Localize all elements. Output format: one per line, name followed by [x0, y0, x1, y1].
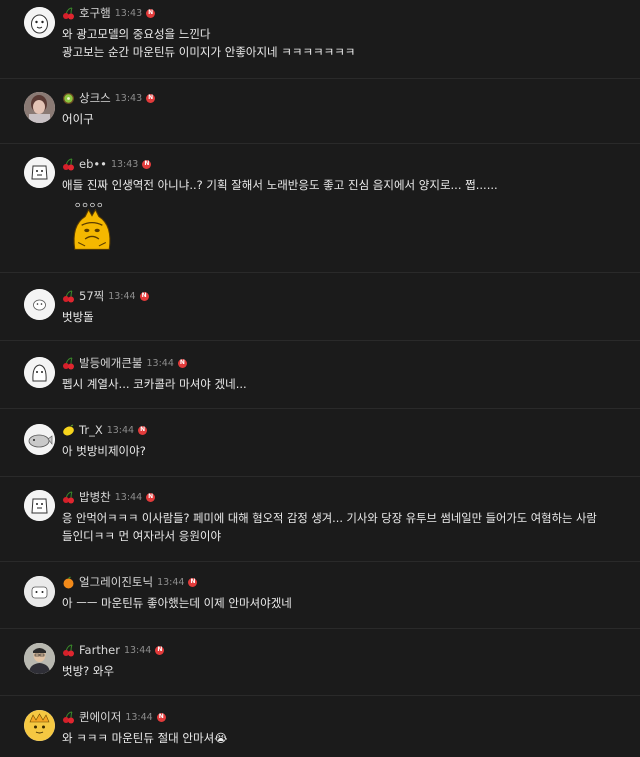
new-badge: N [146, 8, 156, 18]
comment-text: 벗방돌 [62, 310, 94, 324]
comment-text: 애들 진짜 인생역전 아니냐..? 기획 잘해서 노래반응도 좋고 진심 음지에… [62, 178, 498, 192]
nickname[interactable]: 57찍 [79, 288, 104, 304]
new-badge: N [155, 645, 165, 655]
divider [0, 408, 640, 409]
timestamp: 13:44 [146, 357, 174, 369]
avatar[interactable] [24, 643, 55, 674]
comment-meta: 밥병찬 13:44 N [62, 489, 156, 505]
comment-meta: Farther 13:44 N [62, 642, 165, 658]
avatar[interactable] [24, 424, 55, 455]
avatar[interactable] [24, 7, 55, 38]
timestamp: 13:44 [114, 491, 143, 503]
nickname[interactable]: 얼그레이진토닉 [79, 574, 153, 590]
comment-text: 들인디ㅋㅋ 먼 여자라서 응원이야 [62, 529, 222, 543]
crying-character-icon [73, 208, 111, 250]
comment-meta: eb•• 13:43 N [62, 156, 152, 172]
new-badge: N [139, 291, 149, 301]
timestamp: 13:44 [157, 576, 185, 588]
cherry-icon [62, 491, 75, 504]
avatar[interactable] [24, 289, 55, 320]
orange-icon [62, 576, 75, 589]
divider [0, 340, 640, 341]
nickname[interactable]: 밥병찬 [79, 489, 111, 505]
kiwi-icon [62, 92, 75, 105]
avatar[interactable] [24, 490, 55, 521]
timestamp: 13:44 [123, 644, 152, 656]
lemon-icon [62, 423, 75, 437]
timestamp: 13:43 [114, 7, 143, 19]
avatar[interactable] [24, 710, 55, 741]
sticker-image: ㅇㅇㅇㅇ [66, 200, 118, 258]
new-badge: N [177, 358, 187, 368]
comment-text: 벗방? 와우 [62, 664, 115, 678]
cherry-icon [62, 7, 75, 20]
comment-text: 와 광고모델의 중요성을 느낀다 [62, 27, 211, 41]
new-badge: N [188, 577, 198, 587]
timestamp: 13:43 [110, 158, 139, 170]
divider [0, 78, 640, 79]
nickname[interactable]: 발등에개큰불 [79, 355, 142, 371]
comment-text: 와 ㅋㅋㅋ 마운틴듀 절대 안마셔😭 [62, 730, 228, 747]
avatar[interactable] [24, 357, 55, 388]
nickname[interactable]: Tr_X [79, 423, 103, 437]
timestamp: 13:44 [106, 424, 135, 436]
comment-text: 아 ㅡㅡ 마운틴듀 좋아했는데 이제 안마셔야겠네 [62, 596, 292, 610]
cherry-icon [62, 158, 75, 171]
nickname[interactable]: 퀸에이저 [79, 709, 121, 725]
comment-text: 응 안먹어ㅋㅋㅋ 이사람들? 페미에 대해 혐오적 감정 생겨... 기사와 당… [62, 512, 597, 525]
divider [0, 272, 640, 273]
timestamp: 13:44 [108, 290, 136, 302]
divider [0, 628, 640, 629]
divider [0, 143, 640, 144]
comment-text: 광고보는 순간 마운틴듀 이미지가 안좋아지네 ㅋㅋㅋㅋㅋㅋㅋ [62, 45, 356, 59]
comment-text-body: 와 ㅋㅋㅋ 마운틴듀 절대 안마셔 [62, 731, 215, 745]
comment-text: 펩시 계열사... 코카콜라 마셔야 겠네... [62, 377, 247, 391]
timestamp: 13:44 [125, 711, 153, 723]
comment-meta: 퀸에이저 13:44 N [62, 709, 166, 725]
divider [0, 695, 640, 696]
cherry-icon [62, 290, 75, 303]
cherry-icon [62, 357, 75, 370]
comment-meta: 57찍 13:44 N [62, 288, 149, 304]
avatar[interactable] [24, 576, 55, 607]
comment-meta: Tr_X 13:44 N [62, 422, 148, 438]
comment-meta: 호구햄 13:43 N [62, 5, 156, 21]
divider [0, 561, 640, 562]
timestamp: 13:43 [114, 92, 143, 104]
comment-meta: 상크스 13:43 N [62, 90, 156, 106]
comment-meta: 얼그레이진토닉 13:44 N [62, 574, 198, 590]
nickname[interactable]: eb•• [79, 157, 107, 171]
cherry-icon [62, 644, 75, 657]
comment-text: 어이구 [62, 112, 94, 126]
new-badge: N [146, 93, 156, 103]
nickname[interactable]: 호구햄 [79, 5, 111, 21]
avatar[interactable] [24, 92, 55, 123]
cherry-icon [62, 711, 75, 724]
new-badge: N [138, 425, 148, 435]
crying-emoji-icon: 😭 [214, 731, 228, 745]
new-badge: N [142, 159, 152, 169]
divider [0, 476, 640, 477]
nickname[interactable]: Farther [79, 643, 120, 657]
new-badge: N [156, 712, 166, 722]
comment-text: 아 벗방비제이야? [62, 444, 146, 458]
nickname[interactable]: 상크스 [79, 90, 111, 106]
avatar[interactable] [24, 157, 55, 188]
new-badge: N [146, 492, 156, 502]
comment-meta: 발등에개큰불 13:44 N [62, 355, 187, 371]
